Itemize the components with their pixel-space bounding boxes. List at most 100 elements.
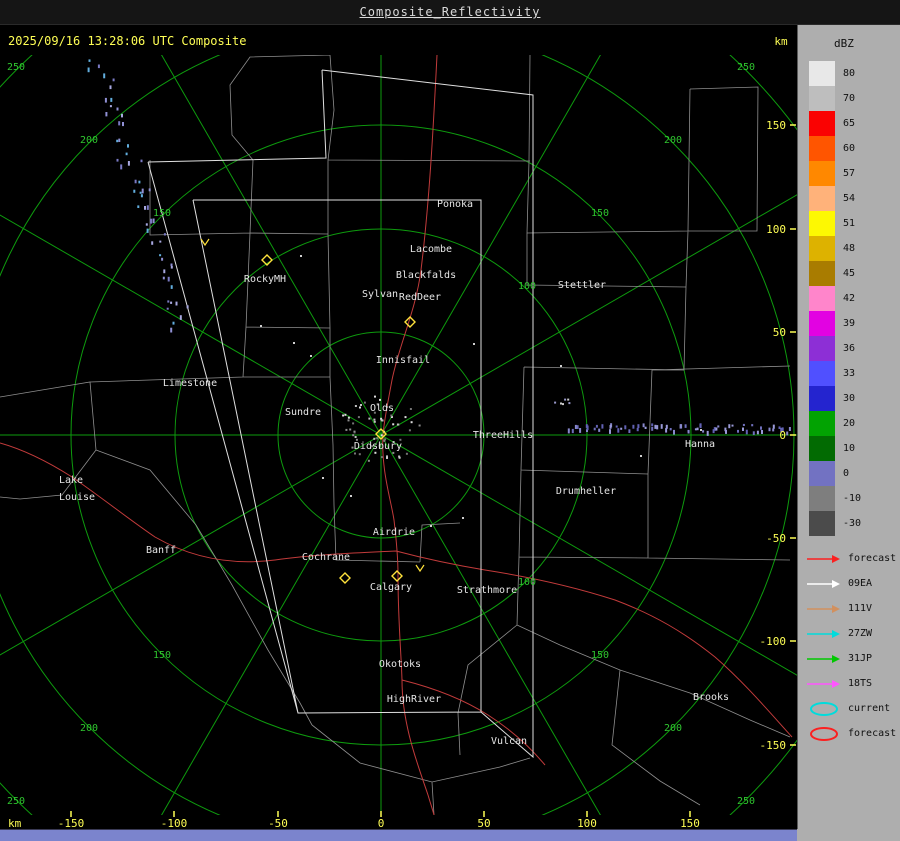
colorbar-value-label: 51	[843, 218, 856, 229]
colorbar-value-label: 57	[843, 168, 856, 179]
colorbar-row: 70	[809, 86, 875, 111]
right-tick-label: -100	[760, 635, 787, 648]
colorbar-value-label: 30	[843, 393, 856, 404]
map-legend: forecast 09EA 111V 27ZW 31JP 18TS current forec…	[805, 546, 896, 746]
colorbar-swatch	[809, 186, 835, 211]
sidebar: dBZ 80 70 65 60 57 54 51 48 45 42 39 36 33 30 20 10 0 -10…	[797, 25, 900, 829]
colorbar-swatch	[809, 136, 835, 161]
colorbar-title: dBZ	[834, 37, 854, 50]
city-label-lacombe: Lacombe	[410, 244, 452, 255]
legend-label: 09EA	[848, 578, 873, 589]
city-label-olds: Olds	[370, 403, 394, 414]
right-tick-label: 100	[766, 223, 786, 236]
bottom-tick-label: 50	[477, 817, 490, 829]
city-label-brooks: Brooks	[693, 692, 729, 703]
city-label-lake: Lake	[59, 475, 83, 486]
colorbar-row: 54	[809, 186, 875, 211]
city-label-didsbury: Didsbury	[354, 441, 402, 452]
city-label-strathmore: Strathmore	[457, 585, 517, 596]
right-tick-label: -50	[766, 532, 786, 545]
range-ring-label: 100	[518, 577, 536, 588]
dbz-colorbar: 80 70 65 60 57 54 51 48 45 42 39 36 33 30 20 10 0 -10 -30	[809, 61, 875, 536]
colorbar-swatch	[809, 436, 835, 461]
colorbar-swatch	[809, 386, 835, 411]
city-label-cochrane: Cochrane	[302, 552, 350, 563]
city-label-vulcan: Vulcan	[491, 736, 527, 747]
range-ring-label: 250	[737, 796, 755, 807]
colorbar-row: 33	[809, 361, 875, 386]
legend-item: 18TS	[805, 671, 896, 696]
colorbar-value-label: 36	[843, 343, 856, 354]
timestamp-label: 2025/09/16 13:28:06 UTC Composite	[8, 34, 246, 48]
colorbar-row: 57	[809, 161, 875, 186]
colorbar-row: 30	[809, 386, 875, 411]
legend-label: 31JP	[848, 653, 873, 664]
right-tick-label: 150	[766, 119, 786, 132]
window-titlebar[interactable]: Composite_Reflectivity	[0, 0, 900, 25]
colorbar-value-label: -10	[843, 493, 862, 504]
colorbar-value-label: 65	[843, 118, 856, 129]
colorbar-value-label: 54	[843, 193, 856, 204]
colorbar-row: 60	[809, 136, 875, 161]
city-label-threehills: ThreeHills	[473, 430, 533, 441]
colorbar-swatch	[809, 211, 835, 236]
colorbar-row: 42	[809, 286, 875, 311]
colorbar-value-label: 0	[843, 468, 850, 479]
colorbar-row: 20	[809, 411, 875, 436]
colorbar-value-label: 33	[843, 368, 856, 379]
colorbar-swatch	[809, 236, 835, 261]
legend-item: forecast	[805, 546, 896, 571]
city-label-drumheller: Drumheller	[556, 486, 616, 497]
station-marker-icon	[339, 572, 351, 584]
range-ring-label: 200	[664, 135, 682, 146]
colorbar-swatch	[809, 511, 835, 536]
station-marker-icon	[391, 570, 403, 582]
city-label-sylvan: Sylvan	[362, 289, 398, 300]
window-title: Composite_Reflectivity	[359, 5, 541, 19]
colorbar-value-label: 80	[843, 68, 856, 79]
colorbar-value-label: 39	[843, 318, 856, 329]
city-label-banff: Banff	[146, 545, 176, 556]
radar-map-canvas[interactable]: 250 250 250 250 200 200 200 200 150 150 150 150 100 1…	[0, 25, 797, 830]
city-label-highriver: HighRiver	[387, 694, 441, 705]
radar-sector-outlines	[147, 69, 534, 759]
range-ring-label: 150	[591, 208, 609, 219]
legend-item: current	[805, 696, 896, 721]
range-ring-label: 100	[518, 281, 536, 292]
legend-label: 27ZW	[848, 628, 873, 639]
bottom-tick-label: 0	[378, 817, 385, 829]
city-label-reddeer: RedDeer	[399, 292, 441, 303]
legend-label: forecast	[848, 553, 897, 564]
colorbar-row: 0	[809, 461, 875, 486]
bottom-tick-label: -100	[161, 817, 188, 829]
city-label-innisfail: Innisfail	[376, 355, 430, 366]
range-ring-label: 200	[80, 723, 98, 734]
range-ring-label: 200	[664, 723, 682, 734]
legend-label: 18TS	[848, 678, 873, 689]
radar-map-area: 250 250 250 250 200 200 200 200 150 150 150 150 100 1…	[0, 25, 797, 830]
colorbar-swatch	[809, 311, 835, 336]
colorbar-swatch	[809, 61, 835, 86]
colorbar-swatch	[809, 461, 835, 486]
city-label-okotoks: Okotoks	[379, 659, 421, 670]
right-axis-unit: km	[774, 35, 788, 48]
legend-item: 27ZW	[805, 621, 896, 646]
colorbar-row: -30	[809, 511, 875, 536]
ellipse-icon	[810, 726, 838, 741]
colorbar-value-label: 60	[843, 143, 856, 154]
colorbar-row: 48	[809, 236, 875, 261]
colorbar-row: 36	[809, 336, 875, 361]
ellipse-icon	[810, 701, 838, 716]
colorbar-row: 39	[809, 311, 875, 336]
arrow-icon	[807, 579, 840, 588]
legend-item: 09EA	[805, 571, 896, 596]
colorbar-value-label: 10	[843, 443, 856, 454]
colorbar-value-label: 20	[843, 418, 856, 429]
legend-item: 31JP	[805, 646, 896, 671]
arrow-icon	[807, 604, 840, 613]
city-label-limestone: Limestone	[163, 378, 217, 389]
range-ring-label: 250	[737, 62, 755, 73]
horizontal-scrollbar[interactable]	[0, 829, 797, 841]
right-tick-label: 0	[779, 429, 786, 442]
range-ring-label: 150	[153, 208, 171, 219]
